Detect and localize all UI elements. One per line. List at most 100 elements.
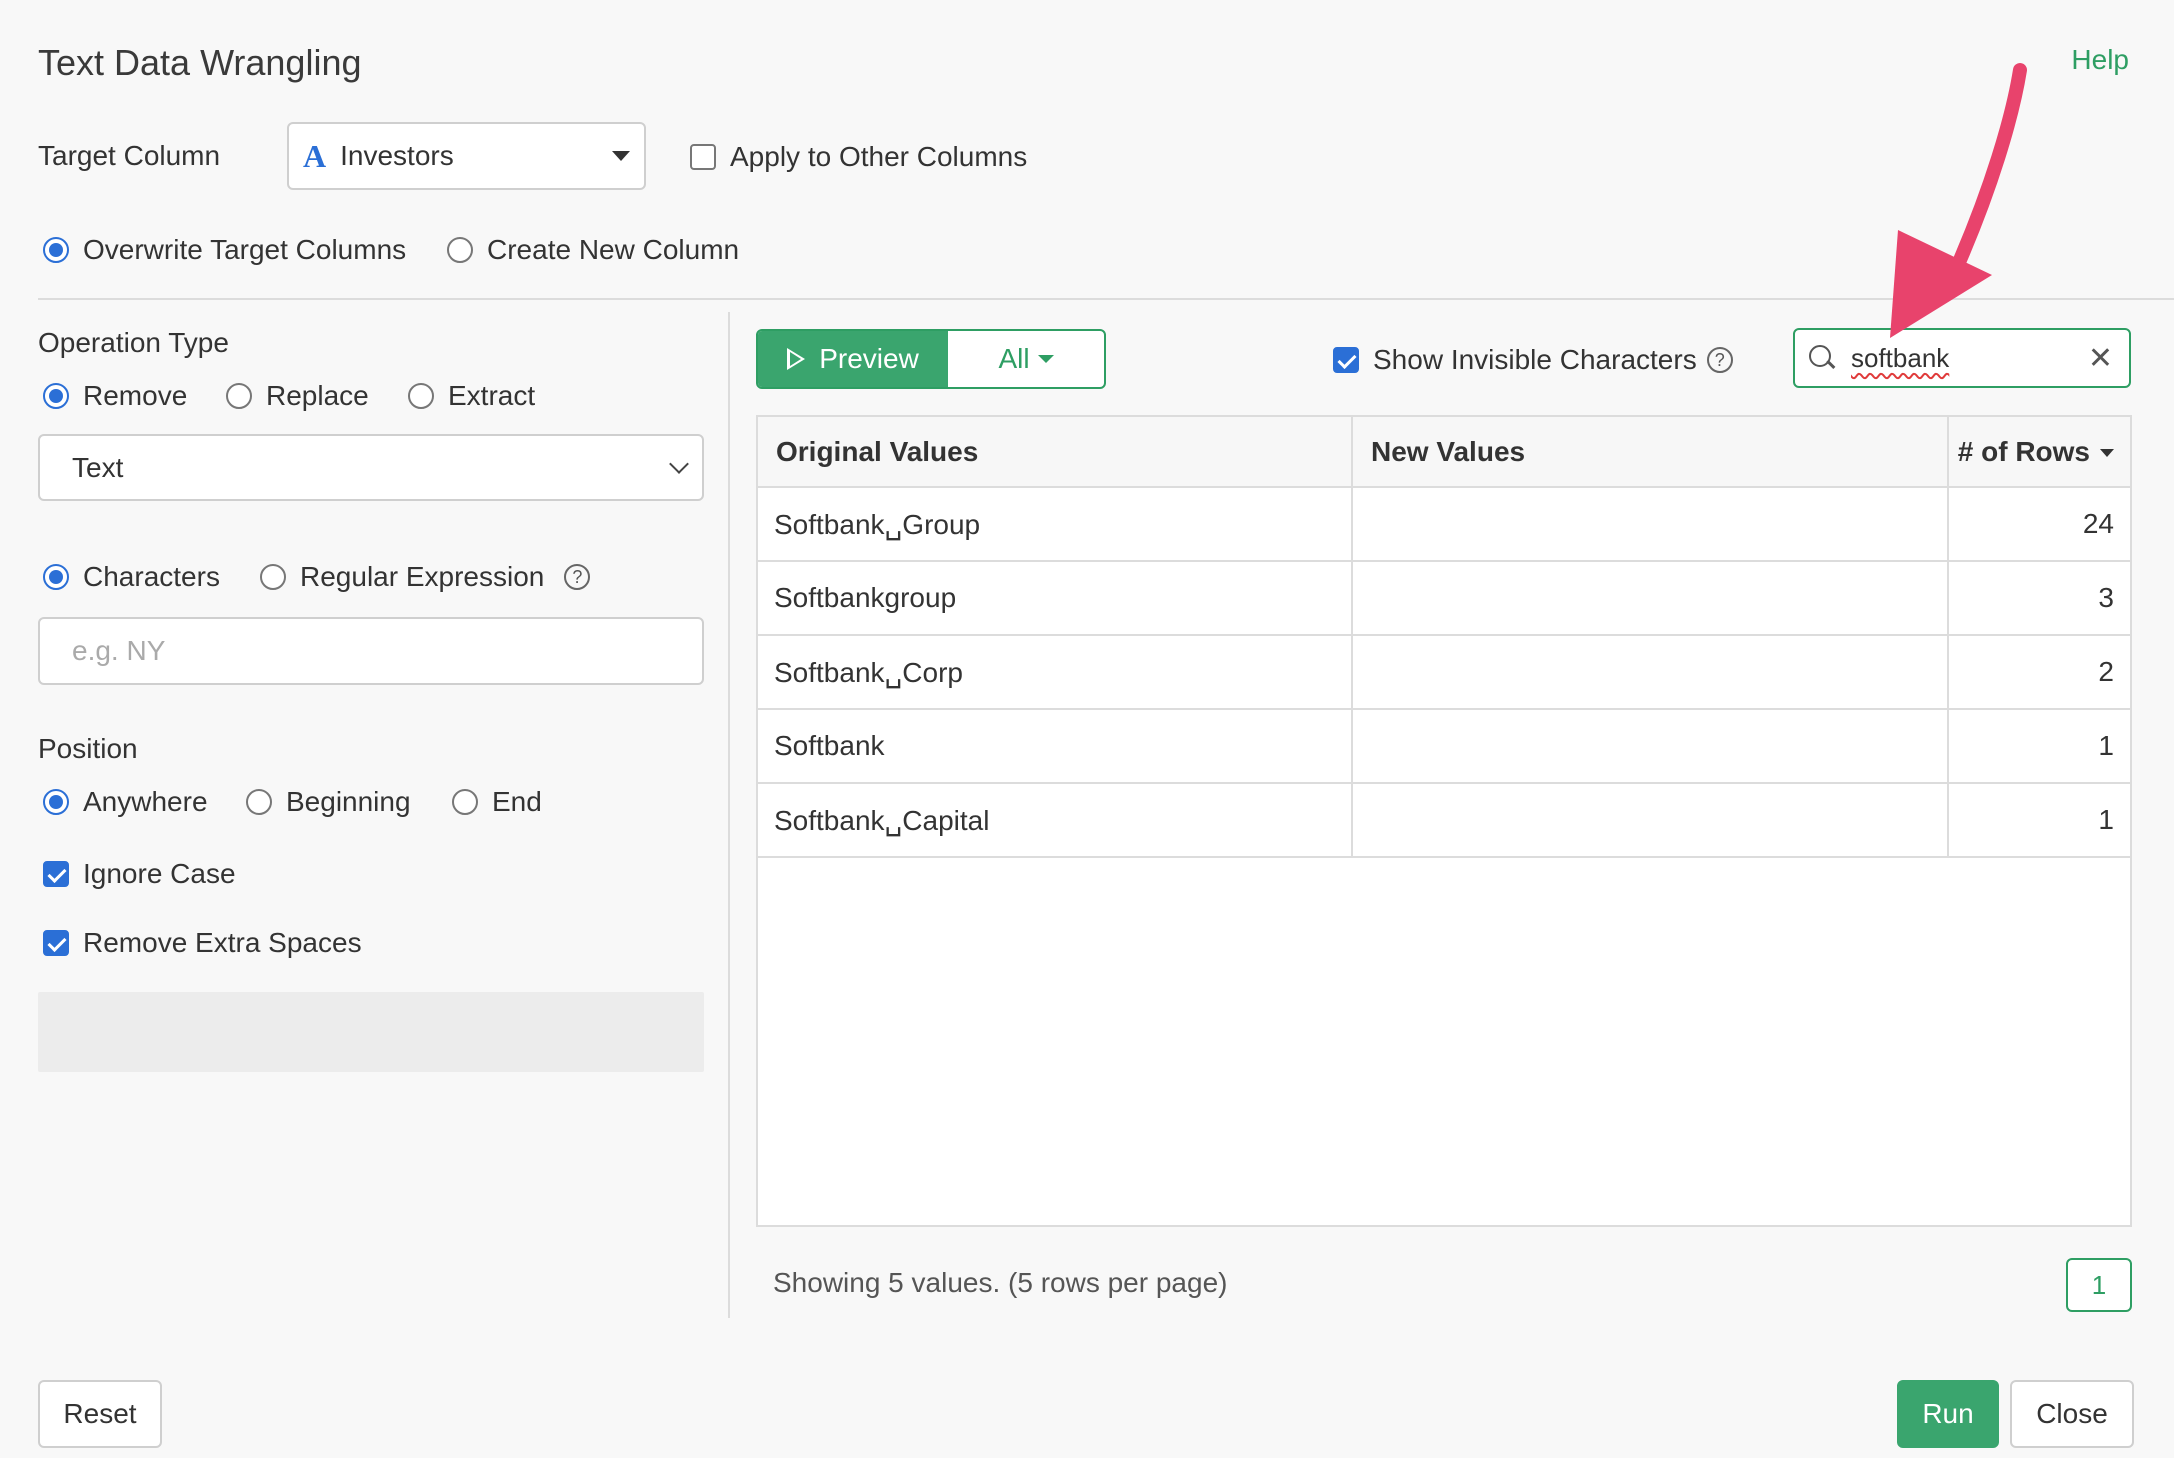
target-column-label: Target Column [38,140,221,171]
anywhere-option[interactable]: Anywhere [43,786,208,818]
values-table: Original Values New Values # of Rows Sof… [756,415,2132,1227]
help-icon[interactable]: ? [564,564,591,590]
close-button[interactable]: Close [2010,1380,2134,1448]
filter-dropdown[interactable]: All [948,331,1104,387]
help-icon[interactable]: ? [1706,347,1733,373]
original-value-cell: Softbank␣Group [758,487,1353,562]
clear-icon[interactable]: ✕ [2088,341,2113,376]
table-row[interactable]: Softbank 1 [758,709,2130,784]
new-value-cell [1352,783,1949,858]
panel-divider [728,312,730,1318]
new-value-cell [1352,709,1949,784]
caret-down-icon [1037,355,1054,363]
characters-radio[interactable] [43,564,69,590]
column-header-rows[interactable]: # of Rows [1948,417,2130,488]
run-button[interactable]: Run [1897,1380,1999,1448]
anywhere-radio[interactable] [43,789,69,815]
create-new-column-radio[interactable] [447,237,473,263]
beginning-label: Beginning [286,786,411,817]
regex-label: Regular Expression [300,561,545,592]
show-invisible-option[interactable]: Show Invisible Characters ? [1333,344,1733,376]
end-radio[interactable] [452,789,478,815]
beginning-option[interactable]: Beginning [246,786,411,818]
operation-target-select[interactable]: Text [38,434,704,501]
column-header-original[interactable]: Original Values [758,417,1353,488]
position-heading: Position [38,733,138,764]
remove-extra-spaces-label: Remove Extra Spaces [83,927,362,958]
target-column-value: Investors [340,140,454,171]
original-value-cell: Softbank␣Corp [758,635,1353,710]
end-option[interactable]: End [452,786,542,818]
new-value-cell [1352,635,1949,710]
preview-button-group: Preview All [756,329,1106,389]
show-invisible-label: Show Invisible Characters [1373,344,1697,375]
overwrite-option[interactable]: Overwrite Target Columns [43,234,406,266]
help-link[interactable]: Help [2071,44,2129,76]
show-invisible-checkbox[interactable] [1333,347,1359,373]
divider [38,298,2174,300]
chevron-down-icon [612,151,630,161]
remove-extra-spaces-checkbox[interactable] [43,930,69,956]
sort-caret-icon [2100,449,2114,458]
apply-other-columns-option[interactable]: Apply to Other Columns [690,141,1027,173]
row-count-cell: 1 [1948,709,2130,784]
annotation-arrow-icon [1890,63,2027,338]
characters-option[interactable]: Characters [43,561,220,593]
page-button[interactable]: 1 [2066,1258,2132,1312]
remove-radio[interactable] [43,383,69,409]
reset-button[interactable]: Reset [38,1380,162,1448]
extract-label: Extract [448,380,536,411]
table-row[interactable]: Softbank␣Corp 2 [758,635,2130,710]
overwrite-radio[interactable] [43,237,69,263]
extract-radio[interactable] [408,383,434,409]
ignore-case-checkbox[interactable] [43,861,69,887]
row-count-cell: 3 [1948,561,2130,636]
row-count-cell: 24 [1948,487,2130,562]
play-icon [787,348,806,370]
beginning-radio[interactable] [246,789,272,815]
text-type-icon: A [303,137,327,174]
row-count-cell: 1 [1948,783,2130,858]
preview-button[interactable]: Preview [758,331,948,387]
table-row[interactable]: Softbankgroup 3 [758,561,2130,636]
operation-type-heading: Operation Type [38,327,229,358]
replace-label: Replace [266,380,369,411]
remove-label: Remove [83,380,188,411]
chevron-down-icon [669,453,689,474]
create-new-column-label: Create New Column [487,234,740,265]
ignore-case-option[interactable]: Ignore Case [43,858,236,890]
filter-label: All [998,343,1030,374]
original-value-cell: Softbank [758,709,1353,784]
overwrite-label: Overwrite Target Columns [83,234,407,265]
dialog-title: Text Data Wrangling [38,42,362,83]
regex-radio[interactable] [260,564,286,590]
row-count-cell: 2 [1948,635,2130,710]
anywhere-label: Anywhere [83,786,208,817]
new-value-cell [1352,487,1949,562]
replace-option[interactable]: Replace [226,380,369,412]
column-header-new[interactable]: New Values [1352,417,1949,488]
create-new-column-option[interactable]: Create New Column [447,234,739,266]
extract-option[interactable]: Extract [408,380,535,412]
table-row[interactable]: Softbank␣Group 24 [758,487,2130,562]
column-header-rows-label: # of Rows [1957,435,2090,467]
operation-target-value: Text [72,451,124,483]
apply-other-columns-label: Apply to Other Columns [730,141,1028,172]
remove-option[interactable]: Remove [43,380,187,412]
regex-option[interactable]: Regular Expression ? [260,561,591,593]
end-label: End [492,786,542,817]
preview-label: Preview [819,343,919,374]
table-row[interactable]: Softbank␣Capital 1 [758,783,2130,858]
target-column-select[interactable]: A Investors [287,122,646,190]
pattern-input[interactable]: e.g. NY [38,617,704,685]
pattern-preview-area [38,992,704,1072]
remove-extra-spaces-option[interactable]: Remove Extra Spaces [43,927,362,959]
apply-other-columns-checkbox[interactable] [690,144,716,170]
pattern-placeholder: e.g. NY [72,635,166,666]
replace-radio[interactable] [226,383,252,409]
table-header-row: Original Values New Values # of Rows [758,417,2130,488]
original-value-cell: Softbankgroup [758,561,1353,636]
new-value-cell [1352,561,1949,636]
characters-label: Characters [83,561,220,592]
search-icon [1807,343,1837,373]
